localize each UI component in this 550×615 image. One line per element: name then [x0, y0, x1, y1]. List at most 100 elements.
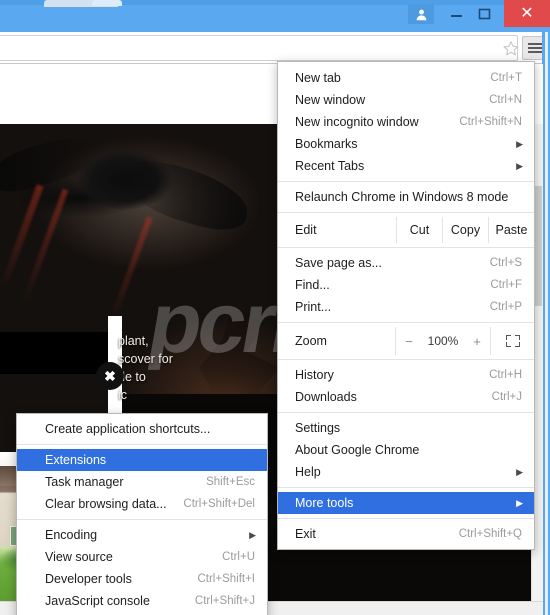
- close-button[interactable]: ✕: [504, 0, 550, 27]
- chevron-right-icon: ▶: [516, 497, 523, 508]
- browser-toolbar: [0, 32, 550, 64]
- menu-separator: [17, 519, 267, 520]
- zoom-level-value: 100%: [427, 334, 459, 348]
- menu-edit-row: Edit Cut Copy Paste: [278, 217, 534, 243]
- menu-item-label: New window: [295, 93, 366, 107]
- menu-item-label: View source: [45, 550, 113, 564]
- menu-item-help[interactable]: Help ▶: [278, 461, 534, 483]
- chevron-right-icon: ▶: [516, 138, 523, 149]
- menu-separator: [17, 444, 267, 445]
- menu-item-new-incognito-window[interactable]: New incognito window Ctrl+Shift+N: [278, 111, 534, 133]
- menu-paste-button[interactable]: Paste: [488, 217, 534, 243]
- menu-zoom-row: Zoom − 100% +: [278, 327, 534, 355]
- menu-item-history[interactable]: History Ctrl+H: [278, 364, 534, 386]
- submenu-item-encoding[interactable]: Encoding ▶: [17, 524, 267, 546]
- menu-item-recent-tabs[interactable]: Recent Tabs ▶: [278, 155, 534, 177]
- menu-item-shortcut: Ctrl+H: [489, 369, 522, 381]
- menu-separator: [278, 359, 534, 360]
- menu-item-settings[interactable]: Settings: [278, 417, 534, 439]
- submenu-item-javascript-console[interactable]: JavaScript console Ctrl+Shift+J: [17, 590, 267, 612]
- submenu-item-task-manager[interactable]: Task manager Shift+Esc: [17, 471, 267, 493]
- hero-text-line: de to: [118, 370, 146, 384]
- chrome-main-menu: New tab Ctrl+T New window Ctrl+N New inc…: [277, 61, 535, 550]
- menu-separator: [278, 487, 534, 488]
- chevron-right-icon: ▶: [516, 160, 523, 171]
- bookmark-star-icon[interactable]: [502, 40, 520, 58]
- hamburger-line: [527, 43, 543, 45]
- menu-separator: [278, 412, 534, 413]
- menu-item-label: JavaScript console: [45, 594, 150, 608]
- submenu-item-view-source[interactable]: View source Ctrl+U: [17, 546, 267, 568]
- menu-item-bookmarks[interactable]: Bookmarks ▶: [278, 133, 534, 155]
- menu-item-label: Print...: [295, 300, 332, 314]
- menu-item-about-google-chrome[interactable]: About Google Chrome: [278, 439, 534, 461]
- menu-item-label: Find...: [295, 278, 330, 292]
- minimize-button[interactable]: [442, 4, 470, 24]
- menu-item-shortcut: Ctrl+F: [490, 279, 522, 291]
- menu-item-print[interactable]: Print... Ctrl+P: [278, 296, 534, 318]
- menu-item-label: Bookmarks: [295, 137, 358, 151]
- address-bar[interactable]: [0, 35, 518, 61]
- menu-separator: [278, 247, 534, 248]
- menu-item-shortcut: Ctrl+Shift+I: [197, 573, 255, 585]
- menu-item-label: Extensions: [45, 453, 107, 467]
- menu-item-shortcut: Ctrl+J: [491, 391, 522, 403]
- menu-item-shortcut: Ctrl+T: [490, 72, 522, 84]
- menu-item-label: Create application shortcuts...: [45, 422, 211, 436]
- menu-item-shortcut: Ctrl+S: [489, 257, 522, 269]
- menu-item-label: Exit: [295, 527, 316, 541]
- zoom-out-button[interactable]: −: [396, 334, 422, 349]
- close-icon: ✕: [520, 4, 534, 22]
- menu-item-label: Encoding: [45, 528, 98, 542]
- maximize-button[interactable]: [470, 4, 498, 24]
- menu-copy-button[interactable]: Copy: [442, 217, 488, 243]
- menu-item-label: Save page as...: [295, 256, 382, 270]
- menu-item-shortcut: Ctrl+Shift+Del: [183, 498, 255, 510]
- hamburger-line: [527, 47, 543, 49]
- chevron-right-icon: ▶: [249, 529, 256, 540]
- menu-item-shortcut: Shift+Esc: [206, 476, 255, 488]
- menu-item-more-tools[interactable]: More tools ▶: [278, 492, 534, 514]
- menu-item-label: Clear browsing data...: [45, 497, 167, 511]
- menu-item-label: More tools: [295, 496, 354, 510]
- hero-text-line: plant,: [118, 334, 149, 348]
- menu-item-new-tab[interactable]: New tab Ctrl+T: [278, 67, 534, 89]
- menu-item-label: History: [295, 368, 334, 382]
- menu-separator: [278, 181, 534, 182]
- menu-cut-button[interactable]: Cut: [396, 217, 442, 243]
- menu-item-find[interactable]: Find... Ctrl+F: [278, 274, 534, 296]
- zoom-in-button[interactable]: +: [464, 334, 490, 349]
- window-right-inner-edge: [545, 32, 548, 615]
- menu-item-label: Downloads: [295, 390, 357, 404]
- hamburger-line: [527, 51, 543, 53]
- menu-item-label: Settings: [295, 421, 341, 435]
- ad-close-icon[interactable]: ✖: [96, 362, 124, 390]
- menu-item-new-window[interactable]: New window Ctrl+N: [278, 89, 534, 111]
- more-tools-submenu: Create application shortcuts... Extensio…: [16, 413, 268, 615]
- hero-text-block: plant, scover for de to ic: [118, 332, 268, 404]
- menu-item-exit[interactable]: Exit Ctrl+Shift+Q: [278, 523, 534, 545]
- submenu-item-clear-browsing-data[interactable]: Clear browsing data... Ctrl+Shift+Del: [17, 493, 267, 515]
- menu-zoom-label: Zoom: [295, 334, 327, 348]
- menu-item-label: Recent Tabs: [295, 159, 365, 173]
- menu-item-label: Developer tools: [45, 572, 132, 586]
- fullscreen-icon: [505, 335, 520, 347]
- window-controls: ✕: [408, 0, 550, 30]
- menu-separator: [278, 212, 534, 213]
- zoom-controls: − 100% +: [395, 327, 490, 355]
- menu-item-save-page-as[interactable]: Save page as... Ctrl+S: [278, 252, 534, 274]
- menu-item-shortcut: Ctrl+Shift+Q: [458, 528, 522, 540]
- fullscreen-button[interactable]: [490, 327, 534, 355]
- submenu-item-developer-tools[interactable]: Developer tools Ctrl+Shift+I: [17, 568, 267, 590]
- menu-item-shortcut: Ctrl+N: [489, 94, 522, 106]
- profile-avatar-icon[interactable]: [408, 4, 434, 24]
- submenu-item-create-application-shortcuts[interactable]: Create application shortcuts...: [17, 418, 267, 440]
- menu-item-relaunch-windows8-mode[interactable]: Relaunch Chrome in Windows 8 mode: [278, 186, 534, 208]
- menu-edit-label: Edit: [295, 223, 317, 237]
- menu-item-downloads[interactable]: Downloads Ctrl+J: [278, 386, 534, 408]
- title-bar: ✕: [0, 0, 550, 32]
- hero-text-line: ic: [118, 388, 128, 402]
- menu-item-shortcut: Ctrl+P: [489, 301, 522, 313]
- submenu-item-extensions[interactable]: Extensions: [17, 449, 267, 471]
- browser-tab-partial[interactable]: [44, 0, 122, 7]
